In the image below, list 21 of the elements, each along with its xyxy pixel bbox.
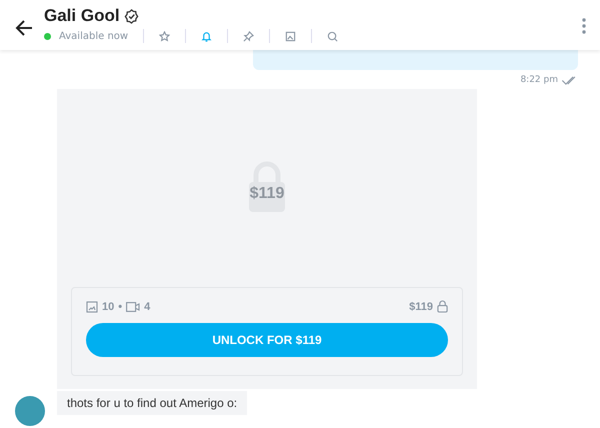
contact-name: Gali Gool bbox=[44, 6, 120, 26]
video-count: 4 bbox=[144, 300, 150, 312]
avatar bbox=[15, 396, 45, 426]
unlock-button[interactable]: UNLOCK FOR $119 bbox=[86, 323, 448, 357]
lock-icon bbox=[437, 300, 448, 313]
image-icon bbox=[86, 300, 98, 312]
price-text: $119 bbox=[409, 300, 433, 312]
price-overlay: $119 bbox=[250, 185, 284, 203]
search-icon[interactable] bbox=[327, 30, 338, 42]
video-icon bbox=[126, 302, 140, 312]
bell-icon[interactable] bbox=[201, 30, 212, 42]
star-icon[interactable] bbox=[159, 30, 170, 42]
message-text: thots for u to find out Amerigo o: bbox=[57, 391, 248, 415]
image-icon[interactable] bbox=[285, 30, 296, 42]
back-arrow-icon[interactable] bbox=[14, 18, 34, 38]
message-time: 8:22 pm bbox=[520, 75, 558, 85]
photo-count: 10 bbox=[102, 300, 114, 312]
separator-dot: • bbox=[118, 300, 122, 312]
pin-icon[interactable] bbox=[243, 30, 254, 42]
more-options-icon[interactable] bbox=[582, 18, 586, 34]
status-text: Available now bbox=[59, 30, 128, 42]
